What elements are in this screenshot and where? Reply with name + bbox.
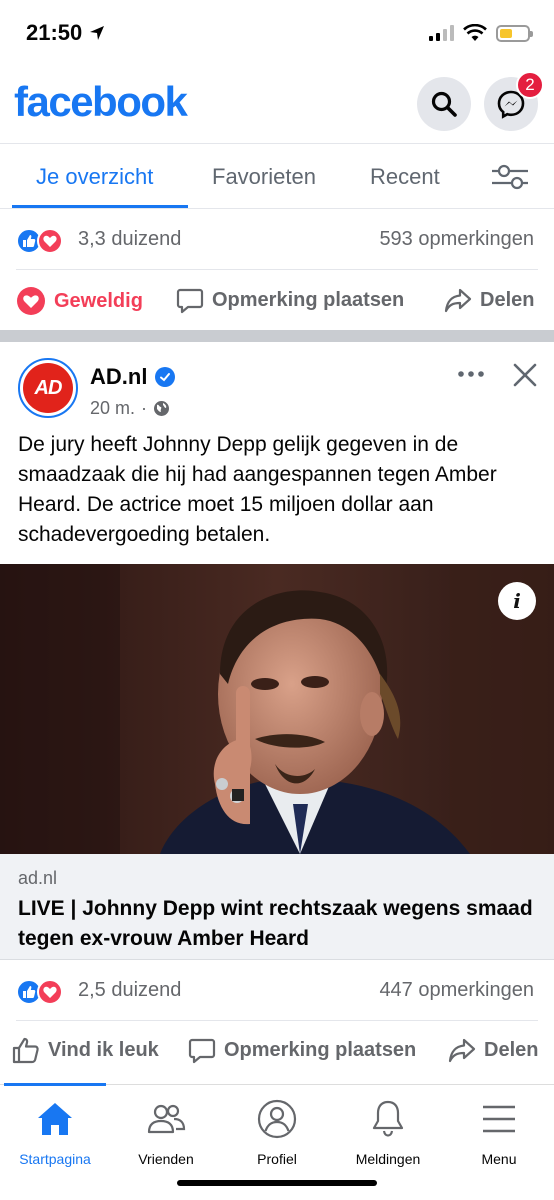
post-meta: 20 m. ·: [90, 398, 170, 419]
comment-button[interactable]: Opmerking plaatsen: [188, 1036, 416, 1064]
status-indicators: [429, 24, 533, 42]
comment-label: Opmerking plaatsen: [212, 288, 405, 311]
share-label: Delen: [484, 1038, 539, 1061]
link-preview-photo: [0, 564, 554, 854]
more-options-icon[interactable]: [456, 362, 486, 386]
info-icon[interactable]: i: [498, 582, 536, 620]
comment-button[interactable]: Opmerking plaatsen: [176, 286, 404, 314]
share-button[interactable]: Delen: [444, 286, 534, 314]
globe-icon: [154, 401, 170, 416]
app-header: facebook 2: [0, 68, 554, 143]
bell-icon: [372, 1100, 404, 1137]
wifi-icon: [463, 24, 487, 41]
nav-profiel[interactable]: Profiel: [222, 1099, 332, 1167]
nav-vrienden[interactable]: Vrienden: [111, 1099, 221, 1167]
nav-label: Menu: [481, 1151, 517, 1167]
active-tab-indicator: [12, 205, 188, 208]
status-bar: 21:50: [0, 0, 554, 68]
page-avatar[interactable]: AD: [18, 358, 78, 418]
tab-favorieten[interactable]: Favorieten: [212, 164, 316, 190]
nav-label: Vrienden: [138, 1151, 194, 1167]
facebook-logo[interactable]: facebook: [14, 78, 188, 126]
meta-separator: ·: [141, 398, 148, 418]
prev-post-actions: Geweldig Opmerking plaatsen Delen: [0, 272, 554, 330]
share-icon: [444, 288, 472, 313]
location-arrow-icon: [90, 26, 105, 40]
cellular-signal-icon: [429, 25, 454, 41]
love-button[interactable]: Geweldig: [16, 286, 143, 316]
messenger-button[interactable]: 2: [484, 71, 544, 131]
love-reaction-icon: [37, 979, 63, 1005]
close-icon[interactable]: [510, 360, 540, 390]
messenger-badge: 2: [516, 71, 544, 99]
feed-tabs: Je overzicht Favorieten Recent: [0, 143, 554, 209]
link-preview-card[interactable]: ad.nl LIVE | Johnny Depp wint rechtszaak…: [0, 854, 554, 960]
post-reactions[interactable]: 2,5 duizend 447 opmerkingen: [0, 961, 554, 1021]
comment-count[interactable]: 593 opmerkingen: [379, 228, 534, 251]
home-icon: [38, 1103, 72, 1135]
filter-sliders-icon[interactable]: [490, 162, 530, 192]
prev-post-reactions[interactable]: 3,3 duizend 593 opmerkingen: [0, 210, 554, 270]
reaction-count: 3,3 duizend: [78, 228, 182, 250]
nav-meldingen[interactable]: Meldingen: [333, 1099, 443, 1167]
status-time: 21:50: [26, 20, 83, 45]
post-text: De jury heeft Johnny Depp gelijk gegeven…: [18, 433, 497, 546]
love-reaction-icon: [37, 228, 63, 254]
share-label: Delen: [480, 288, 535, 311]
post-image[interactable]: i: [0, 564, 554, 854]
divider: [16, 1020, 538, 1021]
nav-label: Profiel: [257, 1151, 297, 1167]
verified-badge-icon: [155, 367, 176, 387]
nav-label: Meldingen: [355, 1151, 421, 1167]
like-button[interactable]: Vind ik leuk: [12, 1036, 159, 1064]
comment-label: Opmerking plaatsen: [224, 1038, 417, 1061]
comment-icon: [188, 1038, 216, 1064]
comment-icon: [176, 288, 204, 314]
post-actions: Vind ik leuk Opmerking plaatsen Delen: [0, 1022, 554, 1080]
status-time-group: 21:50: [26, 20, 106, 46]
reaction-icons: [16, 228, 66, 254]
home-indicator[interactable]: [177, 1180, 377, 1186]
profile-icon: [257, 1099, 297, 1139]
ad-logo: AD: [23, 363, 73, 413]
feed-separator: [0, 330, 554, 342]
share-icon: [448, 1038, 476, 1063]
link-title: LIVE | Johnny Depp wint rechtszaak wegen…: [18, 897, 533, 950]
reaction-icons: [16, 979, 66, 1005]
nav-menu[interactable]: Menu: [444, 1099, 554, 1167]
reaction-count: 2,5 duizend: [78, 979, 182, 1001]
love-label: Geweldig: [54, 289, 143, 312]
post-header: AD AD.nl 20 m. ·: [0, 356, 554, 426]
friends-icon: [147, 1104, 186, 1134]
heart-icon: [17, 287, 45, 315]
nav-label: Startpagina: [19, 1151, 91, 1167]
page-name[interactable]: AD.nl: [90, 364, 147, 390]
tab-je-overzicht[interactable]: Je overzicht: [36, 164, 153, 190]
like-label: Vind ik leuk: [48, 1038, 159, 1061]
battery-icon: [496, 24, 533, 42]
menu-icon: [483, 1105, 515, 1133]
search-button[interactable]: [417, 77, 471, 131]
page-name-row: AD.nl: [90, 364, 176, 390]
link-domain: ad.nl: [18, 868, 58, 888]
post-time[interactable]: 20 m.: [90, 398, 135, 419]
share-button[interactable]: Delen: [448, 1036, 538, 1064]
active-nav-indicator: [4, 1083, 106, 1086]
thumbs-up-icon: [12, 1037, 39, 1064]
tab-recent[interactable]: Recent: [370, 164, 440, 190]
divider: [16, 269, 538, 270]
search-icon: [431, 91, 457, 117]
comment-count[interactable]: 447 opmerkingen: [379, 979, 534, 1002]
nav-startpagina[interactable]: Startpagina: [0, 1099, 110, 1167]
